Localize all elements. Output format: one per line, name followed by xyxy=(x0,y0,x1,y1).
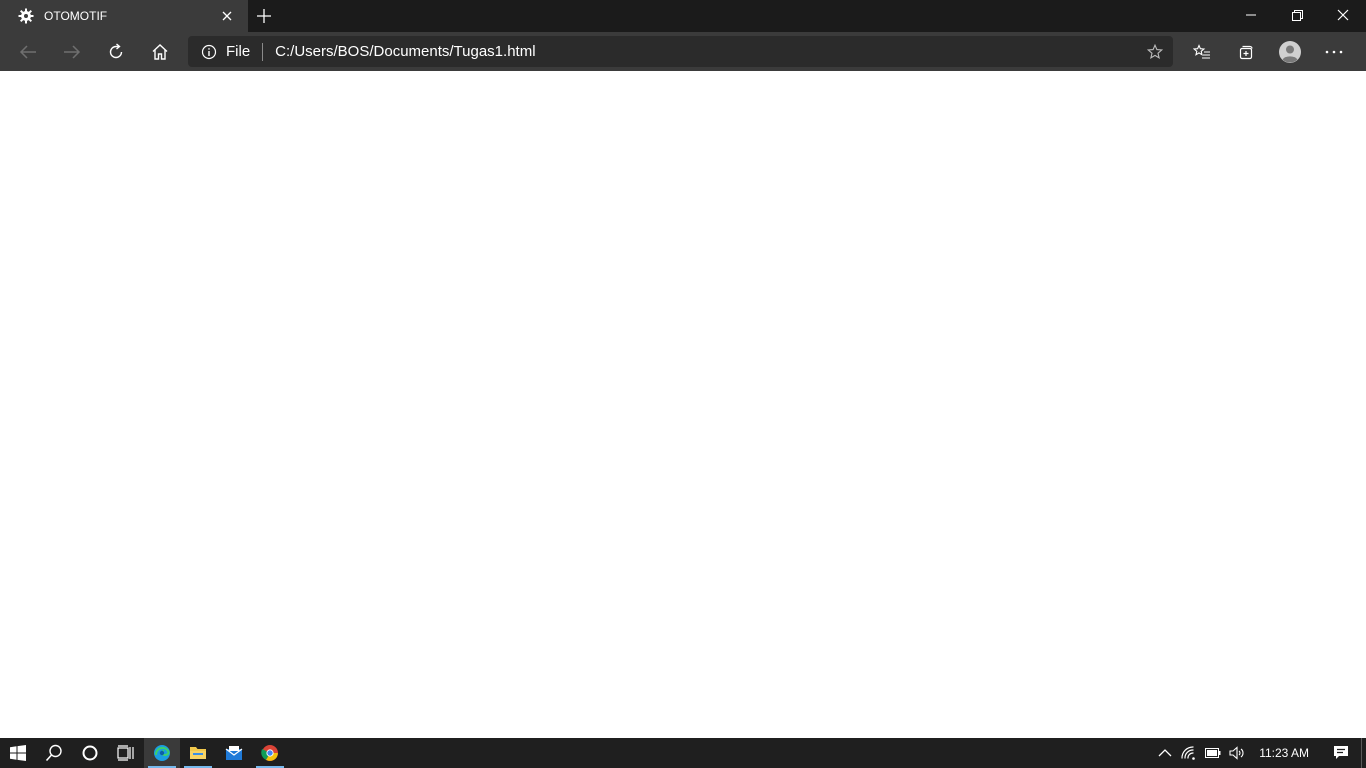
refresh-button[interactable] xyxy=(94,36,138,68)
gear-icon xyxy=(18,8,34,24)
toolbar-right xyxy=(1180,32,1356,71)
taskbar-edge[interactable] xyxy=(144,738,180,768)
forward-button[interactable] xyxy=(50,36,94,68)
action-center-button[interactable] xyxy=(1321,738,1361,768)
add-favorite-button[interactable] xyxy=(1137,36,1173,67)
collections-icon xyxy=(1239,45,1253,59)
tab-title: OTOMOTIF xyxy=(44,9,108,23)
start-button[interactable] xyxy=(0,738,36,768)
refresh-icon xyxy=(109,42,123,58)
back-button[interactable] xyxy=(6,36,50,68)
favorites-list-icon xyxy=(1193,43,1210,59)
task-view-button[interactable] xyxy=(108,738,144,768)
taskbar-mail[interactable] xyxy=(216,738,252,768)
plus-icon xyxy=(257,9,271,23)
tab-otomotif[interactable]: OTOMOTIF xyxy=(0,0,248,32)
minimize-icon xyxy=(1246,14,1256,16)
window-controls xyxy=(1228,0,1366,32)
ellipsis-icon xyxy=(1325,50,1343,53)
restore-button[interactable] xyxy=(1274,0,1320,30)
close-window-button[interactable] xyxy=(1320,0,1366,30)
taskbar-clock[interactable]: 11:23 AM xyxy=(1249,746,1321,760)
home-icon xyxy=(152,43,168,60)
page-content[interactable] xyxy=(0,71,1366,738)
divider xyxy=(262,42,264,61)
taskbar-file-explorer[interactable] xyxy=(180,738,216,768)
start-icon xyxy=(10,745,26,761)
screen: OTOMOTIF File C:/Users/BOS/Documents/Tug… xyxy=(0,0,1366,768)
edge-icon xyxy=(154,745,170,761)
cortana-icon xyxy=(82,745,98,761)
restore-icon xyxy=(1291,9,1303,21)
arrow-right-icon xyxy=(64,44,81,59)
battery-icon xyxy=(1205,748,1221,758)
cortana-button[interactable] xyxy=(72,738,108,768)
close-tab-button[interactable] xyxy=(216,5,238,27)
wifi-icon xyxy=(1181,746,1195,760)
tab-strip: OTOMOTIF xyxy=(0,0,1366,32)
chevron-up-icon xyxy=(1158,749,1172,757)
system-tray: 11:23 AM xyxy=(1153,738,1366,768)
minimize-button[interactable] xyxy=(1228,0,1274,30)
new-tab-button[interactable] xyxy=(248,0,280,32)
close-icon xyxy=(222,11,232,21)
mail-icon xyxy=(225,746,243,760)
network-button[interactable] xyxy=(1177,738,1201,768)
battery-button[interactable] xyxy=(1201,738,1225,768)
settings-more-button[interactable] xyxy=(1312,36,1356,68)
volume-icon xyxy=(1229,746,1244,760)
search-button[interactable] xyxy=(36,738,72,768)
arrow-left-icon xyxy=(19,44,36,59)
info-icon[interactable] xyxy=(200,43,218,61)
taskbar-chrome[interactable] xyxy=(252,738,288,768)
star-icon xyxy=(1147,43,1163,59)
action-center-icon xyxy=(1334,746,1348,759)
avatar-icon xyxy=(1279,40,1301,63)
volume-button[interactable] xyxy=(1225,738,1249,768)
url-text[interactable]: C:/Users/BOS/Documents/Tugas1.html xyxy=(275,43,1137,60)
show-desktop-button[interactable] xyxy=(1361,738,1366,768)
favorites-button[interactable] xyxy=(1180,36,1224,68)
scheme-label: File xyxy=(226,43,251,60)
browser-toolbar: File C:/Users/BOS/Documents/Tugas1.html xyxy=(0,32,1366,71)
show-hidden-icons-button[interactable] xyxy=(1153,738,1177,768)
file-explorer-icon xyxy=(190,747,206,759)
taskbar: 11:23 AM xyxy=(0,738,1366,768)
task-view-icon xyxy=(117,745,134,761)
address-bar[interactable]: File C:/Users/BOS/Documents/Tugas1.html xyxy=(188,36,1173,67)
search-icon xyxy=(45,744,62,762)
home-button[interactable] xyxy=(138,36,182,68)
chrome-icon xyxy=(261,745,278,761)
collections-button[interactable] xyxy=(1224,36,1268,68)
close-icon xyxy=(1337,9,1349,21)
profile-button[interactable] xyxy=(1268,36,1312,68)
